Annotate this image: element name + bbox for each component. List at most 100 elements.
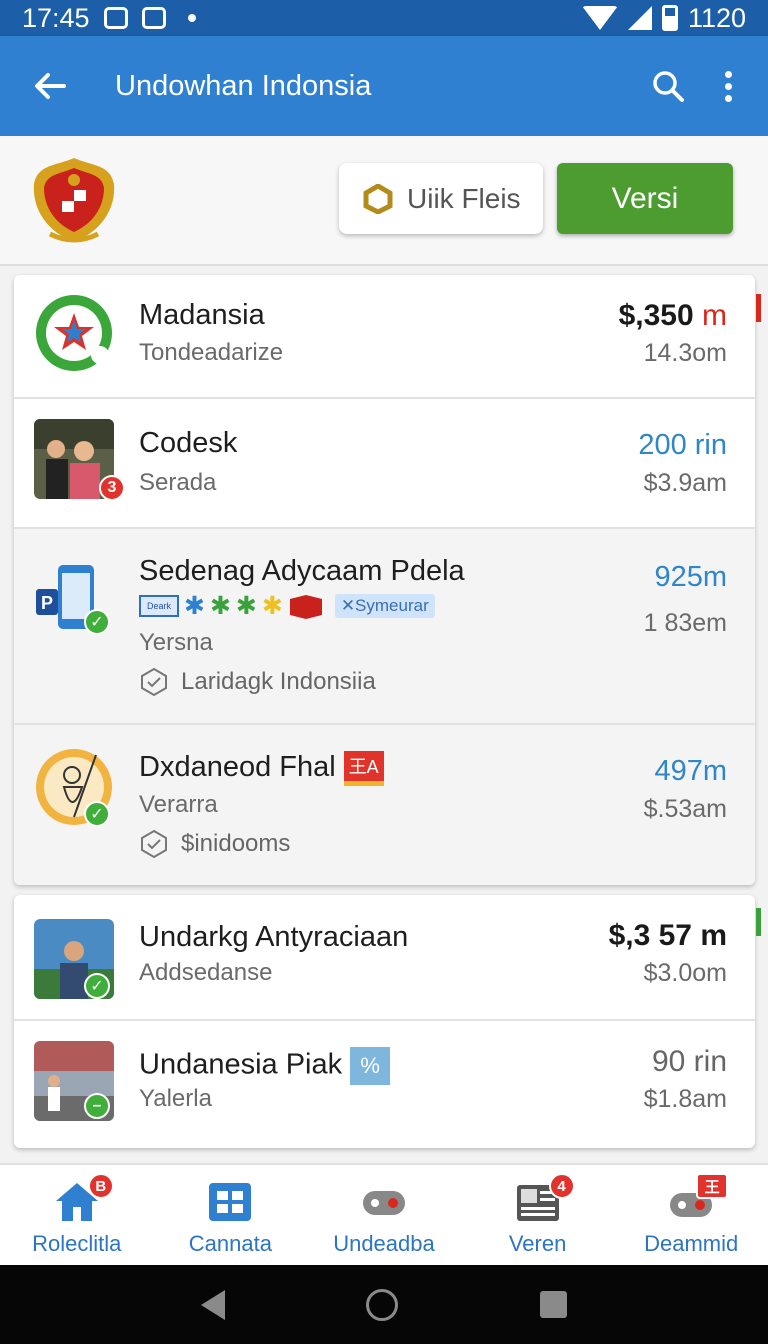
nav-label: Roleclitla <box>32 1231 122 1256</box>
back-button[interactable] <box>0 36 100 136</box>
search-icon <box>653 71 684 102</box>
item-title-row: Dxdaneod Fhal 王A <box>139 751 384 786</box>
check-badge-icon: ✓ <box>84 973 110 999</box>
item-tag: Laridagk Indonsiia <box>139 667 376 697</box>
list-item-madansia[interactable]: Madansia Tondeadarize $,350 m 14.3om <box>14 275 755 399</box>
arrow-left-icon <box>35 73 66 99</box>
bottom-navigation: B Roleclitla Cannata Undeadba 4 Veren 王 … <box>0 1163 768 1265</box>
item-title: Madansia <box>139 299 265 331</box>
feature-icons: Deark ✱ ✱ ✱ ✱ ✕Symeurar <box>139 593 435 619</box>
edge-marker <box>756 908 761 936</box>
dot-icon <box>187 14 196 22</box>
item-price: $,3 57 m <box>608 919 727 952</box>
check-badge-icon: ✓ <box>84 801 110 827</box>
item-title: Undarkg Antyraciaan <box>139 921 409 953</box>
item-subtitle: Yersna <box>139 629 213 656</box>
nav-item-deammid[interactable]: 王 Deammid <box>614 1165 768 1265</box>
system-navigation-bar <box>0 1265 768 1344</box>
battery-icon <box>661 5 678 31</box>
item-title: Dxdaneod Fhal <box>139 751 336 784</box>
symeurar-chip: ✕Symeurar <box>334 594 435 618</box>
item-price: 200 rin <box>638 429 727 461</box>
wifi-icon <box>581 6 618 30</box>
item-tag: $inidooms <box>139 829 290 859</box>
gear-blue-icon: ✱ <box>184 591 205 620</box>
price-value: $,350 <box>618 299 694 332</box>
percent-chip: % <box>350 1047 391 1085</box>
document-tag-icon: Deark <box>139 595 179 617</box>
nav-label: Cannata <box>188 1231 272 1256</box>
gear-yellow-icon: ✱ <box>261 591 283 620</box>
system-back-icon[interactable] <box>200 1289 225 1320</box>
item-subtitle: Serada <box>139 469 217 496</box>
shield-check-icon <box>141 667 167 697</box>
clock: 17:45 <box>22 2 90 33</box>
item-price: 497m <box>654 755 727 787</box>
red-box-icon <box>289 595 322 619</box>
list-card-1: Madansia Tondeadarize $,350 m 14.3om 3 C… <box>14 275 755 885</box>
nav-item-roleclitla[interactable]: B Roleclitla <box>0 1165 154 1265</box>
item-sub-price: $.53am <box>643 795 727 823</box>
tag-label: $inidooms <box>181 830 291 857</box>
item-sub-price: $1.8am <box>643 1085 727 1113</box>
item-sub-price: $3.0om <box>643 959 727 987</box>
versi-button[interactable]: Versi <box>557 163 733 234</box>
red-label-chip: 王A <box>343 751 384 786</box>
more-vert-icon <box>724 70 732 102</box>
app-notification-icon <box>141 7 166 29</box>
list-item-undanesia[interactable]: – Undanesia Piak% Yalerla 90 rin $1.8am <box>14 1021 755 1148</box>
item-price: 90 rin <box>651 1045 727 1078</box>
item-subtitle: Addsedanse <box>139 959 273 986</box>
nav-badge: B <box>87 1173 114 1199</box>
page-title: Undowhan Indonsia <box>115 69 372 102</box>
check-badge-icon: ✓ <box>84 609 110 635</box>
item-title: Sedenag Adycaam Pdela <box>139 555 465 587</box>
list-item-dxdaneod[interactable]: ✓ Dxdaneod Fhal 王A Verarra $inidooms 497m… <box>14 725 755 885</box>
item-sub-price: $3.9am <box>643 469 727 497</box>
controller-icon: 王 <box>668 1173 729 1223</box>
garuda-emblem-icon <box>33 158 115 243</box>
nav-label: Veren <box>508 1231 567 1256</box>
signal-icon <box>627 6 652 30</box>
system-home-icon[interactable] <box>366 1288 399 1321</box>
notification-icon <box>103 7 128 29</box>
edge-marker <box>756 294 761 322</box>
gamepad-icon <box>361 1181 407 1223</box>
item-subtitle: Tondeadarize <box>139 339 284 366</box>
hexagon-icon <box>363 183 393 214</box>
gear-green-icon: ✱ <box>235 591 257 620</box>
minus-badge-icon: – <box>84 1093 110 1119</box>
shield-check-icon <box>141 829 167 859</box>
nav-label: Undeadba <box>333 1231 435 1256</box>
home-icon: B <box>54 1173 114 1223</box>
list-card-2: ✓ Undarkg Antyraciaan Addsedanse $,3 57 … <box>14 895 755 1148</box>
item-title-row: Undanesia Piak% <box>139 1047 391 1085</box>
status-bar: 17:45 1120 <box>0 0 768 36</box>
more-options-button[interactable] <box>698 46 758 126</box>
grid-icon <box>207 1181 253 1223</box>
star-logo-icon <box>36 295 112 371</box>
uiik-fleis-button[interactable]: Uiik Fleis <box>339 163 543 234</box>
uiik-fleis-label: Uiik Fleis <box>407 182 521 214</box>
app-bar: Undowhan Indonsia <box>0 36 768 136</box>
nav-badge: 4 <box>548 1173 575 1199</box>
item-subtitle: Verarra <box>139 791 218 818</box>
tag-label: Laridagk Indonsiia <box>181 668 376 695</box>
nav-item-undeadba[interactable]: Undeadba <box>307 1165 461 1265</box>
item-sub-price: 14.3om <box>643 339 727 367</box>
item-price: $,350 m <box>619 299 727 333</box>
search-button[interactable] <box>638 46 698 126</box>
item-sub-price: 1 83em <box>643 609 727 637</box>
system-recents-icon[interactable] <box>540 1291 568 1318</box>
list-item-undarkg[interactable]: ✓ Undarkg Antyraciaan Addsedanse $,3 57 … <box>14 895 755 1021</box>
item-subtitle: Yalerla <box>139 1085 212 1112</box>
nav-item-cannata[interactable]: Cannata <box>154 1165 308 1265</box>
nav-item-veren[interactable]: 4 Veren <box>461 1165 615 1265</box>
item-title: Codesk <box>139 427 238 459</box>
count-badge: 3 <box>99 475 125 501</box>
news-icon: 4 <box>515 1173 575 1223</box>
item-price: 925m <box>654 561 727 593</box>
list-item-codesk[interactable]: 3 Codesk Serada 200 rin $3.9am <box>14 399 755 529</box>
nav-badge: 王 <box>696 1173 729 1199</box>
list-item-sedenag[interactable]: P ✓ Sedenag Adycaam Pdela Deark ✱ ✱ ✱ ✱ … <box>14 529 755 725</box>
